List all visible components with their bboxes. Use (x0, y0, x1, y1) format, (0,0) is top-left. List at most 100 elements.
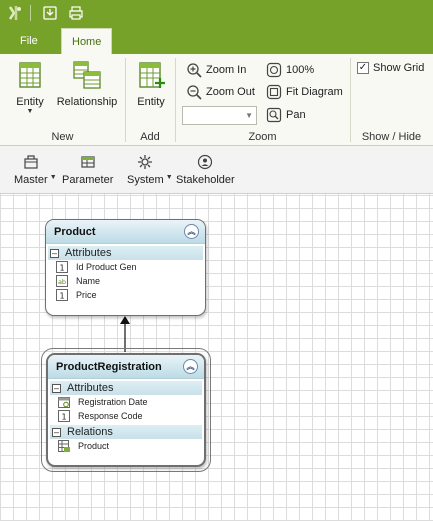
svg-text:ab: ab (58, 278, 66, 286)
system-icon (137, 154, 153, 170)
collapse-icon[interactable]: ︽ (183, 359, 198, 374)
numeric-field-icon: 1 (58, 410, 70, 422)
group-label-add: Add (140, 131, 160, 143)
svg-text:1: 1 (61, 413, 66, 422)
fit-diagram-label: Fit Diagram (286, 86, 343, 98)
new-relationship-button[interactable]: Relationship (55, 60, 119, 108)
parameter-icon (80, 154, 96, 170)
group-separator (125, 58, 126, 142)
entity-header[interactable]: Product ︽ (46, 220, 205, 244)
entity-title: Product (54, 225, 96, 238)
attribute-label: Id Product Gen (76, 262, 137, 272)
zoom-in-label: Zoom In (206, 64, 247, 76)
system-button[interactable]: System ▼ (127, 154, 173, 186)
section-label: Relations (67, 426, 113, 438)
attribute-row[interactable]: 1 Id Product Gen (46, 260, 205, 274)
add-entity-label: Entity (137, 96, 165, 108)
attribute-label: Name (76, 276, 101, 286)
zoom-out-label: Zoom Out (206, 86, 255, 98)
group-label-show-hide: Show / Hide (361, 131, 422, 143)
stakeholder-button[interactable]: Stakeholder (176, 154, 235, 186)
zoom-level-combo[interactable]: ▼ (182, 106, 257, 125)
chevron-down-icon: ▼ (26, 108, 34, 115)
show-grid-checkbox[interactable]: ✓ Show Grid (357, 62, 424, 74)
attribute-label: Response Code (78, 411, 143, 421)
relation-label: Product (78, 441, 110, 451)
ribbon-tab-row: File Home (0, 26, 433, 54)
tab-file[interactable]: File (10, 28, 48, 54)
separator (30, 5, 31, 21)
new-entity-button[interactable]: Entity ▼ (12, 60, 48, 116)
section-label: Attributes (65, 247, 112, 259)
attribute-row[interactable]: ab Name (46, 274, 205, 288)
save-icon[interactable] (39, 2, 61, 24)
chevron-down-icon: ▼ (245, 111, 253, 120)
collapse-icon[interactable]: ︽ (184, 224, 199, 239)
zoom-100-label: 100% (286, 64, 315, 76)
entity-product-registration[interactable]: ProductRegistration ︽ – Attributes Regis… (46, 353, 206, 467)
numeric-field-icon: 1 (56, 289, 68, 301)
zoom-100-button[interactable]: 100% (266, 60, 314, 80)
text-field-icon: ab (56, 275, 68, 287)
diagram-canvas[interactable]: Product ︽ – Attributes 1 Id Product Gen … (0, 194, 433, 521)
entity-header[interactable]: ProductRegistration ︽ (48, 355, 204, 379)
master-label: Master (14, 174, 48, 186)
entity-type-toolbar: Master ▼ Parameter System ▼ Stakeholder (0, 146, 433, 194)
fit-diagram-icon (266, 84, 282, 100)
group-separator (350, 58, 351, 142)
zoom-in-button[interactable]: Zoom In (186, 60, 246, 80)
attribute-label: Price (76, 290, 97, 300)
pan-label: Pan (286, 109, 306, 121)
attribute-row[interactable]: 1 Response Code (48, 409, 204, 423)
app-logo-icon (4, 2, 26, 24)
chevron-down-icon: ▼ (165, 174, 173, 181)
relations-section-header[interactable]: – Relations (50, 425, 202, 439)
zoom-100-icon (266, 62, 282, 78)
entity-product[interactable]: Product ︽ – Attributes 1 Id Product Gen … (45, 219, 206, 316)
stakeholder-label: Stakeholder (176, 174, 235, 186)
parameter-button[interactable]: Parameter (62, 154, 113, 186)
tab-home[interactable]: Home (61, 28, 112, 54)
minus-icon[interactable]: – (50, 248, 59, 258)
attribute-row[interactable]: Registration Date (48, 395, 204, 409)
title-bar (0, 0, 433, 26)
new-entity-label: Entity (16, 96, 44, 108)
master-button[interactable]: Master ▼ (14, 154, 57, 186)
attributes-section-header[interactable]: – Attributes (48, 246, 203, 260)
pan-button[interactable]: Pan (266, 105, 306, 125)
master-icon (23, 154, 39, 170)
section-label: Attributes (67, 382, 114, 394)
zoom-out-button[interactable]: Zoom Out (186, 82, 255, 102)
group-label-zoom: Zoom (248, 131, 277, 143)
checkbox-checked-icon: ✓ (357, 62, 369, 74)
group-label-new: New (51, 131, 74, 143)
entity-title: ProductRegistration (56, 360, 162, 373)
relationship-icon (72, 60, 102, 90)
attribute-label: Registration Date (78, 397, 148, 407)
chevron-down-icon: ▼ (49, 174, 57, 181)
new-relationship-label: Relationship (56, 96, 118, 108)
print-icon[interactable] (65, 2, 87, 24)
key-numeric-icon: 1 (56, 261, 68, 273)
stakeholder-icon (197, 154, 213, 170)
entity-table-icon (15, 60, 45, 90)
relation-row[interactable]: Product (48, 439, 204, 453)
attribute-row[interactable]: 1 Price (46, 288, 205, 302)
attributes-section-header[interactable]: – Attributes (50, 381, 202, 395)
fit-diagram-button[interactable]: Fit Diagram (266, 82, 343, 102)
zoom-out-icon (186, 84, 202, 100)
add-entity-button[interactable]: Entity (133, 60, 169, 108)
zoom-in-icon (186, 62, 202, 78)
show-grid-label: Show Grid (373, 62, 425, 74)
minus-icon[interactable]: – (52, 383, 61, 393)
system-label: System (127, 174, 164, 186)
relation-table-icon (58, 440, 70, 452)
svg-text:1: 1 (59, 264, 64, 273)
minus-icon[interactable]: – (52, 427, 61, 437)
add-entity-icon (136, 60, 166, 90)
svg-text:1: 1 (59, 292, 64, 301)
parameter-label: Parameter (62, 174, 114, 186)
date-field-icon (58, 396, 70, 408)
group-separator (175, 58, 176, 142)
pan-icon (266, 107, 282, 123)
